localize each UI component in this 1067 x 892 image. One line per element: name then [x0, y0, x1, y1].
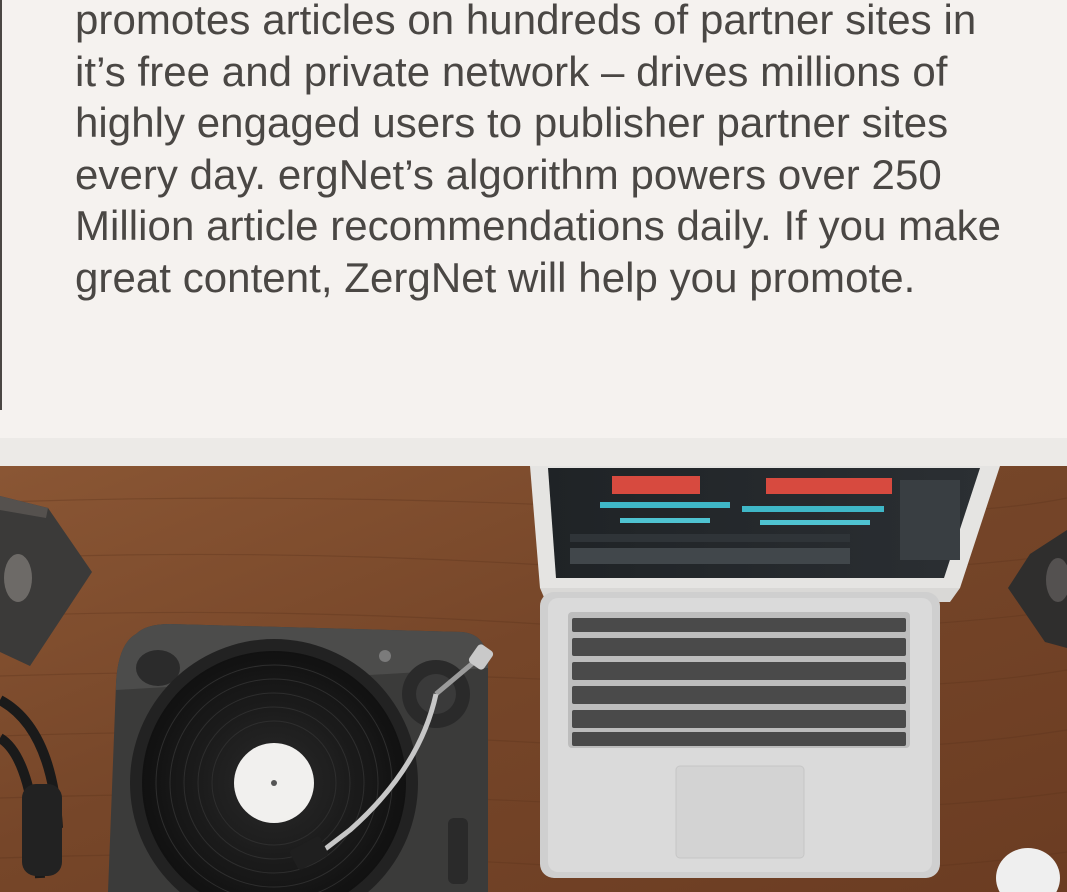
paragraph-line-4: every day. ergNet’s algorithm powers ove… — [75, 150, 942, 198]
desk-illustration — [0, 438, 1067, 892]
laptop-base — [540, 592, 940, 878]
top-gap — [0, 438, 1067, 466]
left-divider — [0, 0, 2, 410]
laptop-screen — [530, 466, 1000, 602]
headphone-cup — [22, 784, 62, 876]
paragraph-line-2: it’s free and private network – drives m… — [75, 47, 948, 95]
article-text-section: promotes articles on hundreds of partner… — [0, 0, 1067, 438]
turntable — [108, 624, 494, 892]
paragraph-line-5: Million article recommendations daily. I… — [75, 202, 1002, 250]
paragraph-line-6: great content, ZergNet will help you pro… — [75, 253, 916, 301]
article-page: promotes articles on hundreds of partner… — [0, 0, 1067, 892]
desk-photo — [0, 438, 1067, 892]
paragraph-line-1: promotes articles on hundreds of partner… — [75, 0, 977, 43]
article-paragraph: promotes articles on hundreds of partner… — [75, 0, 1065, 304]
paragraph-line-3: highly engaged users to publisher partne… — [75, 99, 949, 147]
